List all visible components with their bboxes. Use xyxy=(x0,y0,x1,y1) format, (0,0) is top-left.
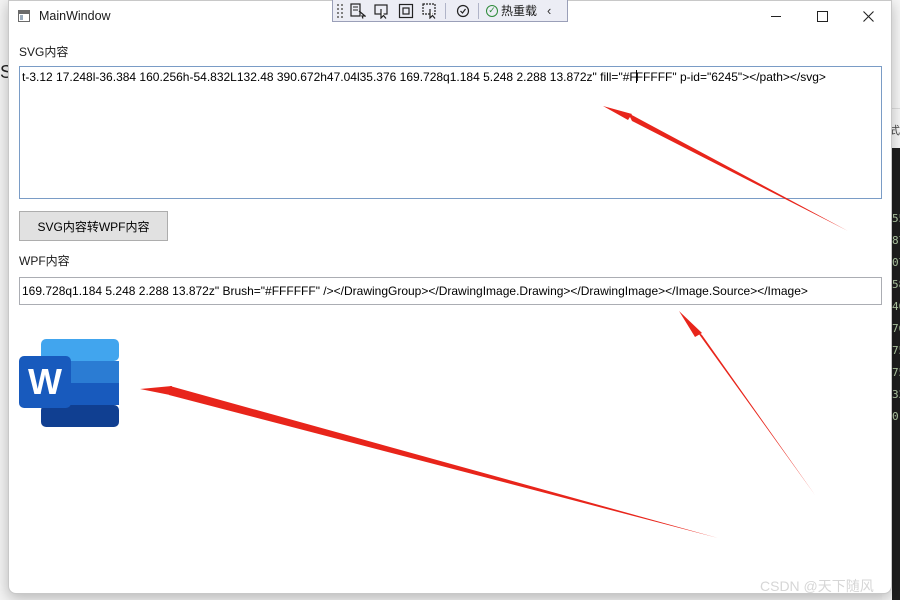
main-window: MainWindow SVG内容 t-3.12 17.248l-36.384 1… xyxy=(8,0,892,594)
svg-text-after-caret: FFFFF" p-id="6245"></path></svg> xyxy=(635,70,826,84)
wpf-content-textbox[interactable]: 169.728q1.184 5.248 2.288 13.872z" Brush… xyxy=(19,277,882,305)
background-line-number: 75 xyxy=(892,344,900,357)
wpf-content-label: WPF内容 xyxy=(19,254,70,268)
svg-content-textbox[interactable]: t-3.12 17.248l-36.384 160.256h-54.832L13… xyxy=(19,66,882,199)
csdn-watermark: CSDN @天下随风 xyxy=(760,578,874,594)
minimize-icon xyxy=(771,16,781,17)
background-left-text: S xyxy=(0,62,8,82)
background-line-number: 58 xyxy=(892,278,900,291)
background-line-number: 76 xyxy=(892,322,900,335)
toolbar-separator xyxy=(445,2,446,19)
background-line-number: 07 xyxy=(892,256,900,269)
background-line-numbers: 55 87 07 58 40 76 75 75 32 0. xyxy=(892,212,900,432)
maximize-icon xyxy=(816,11,828,22)
display-adorners-icon xyxy=(398,3,414,18)
word-logo-band-4 xyxy=(41,405,119,427)
chevron-left-icon[interactable]: ‹ xyxy=(547,3,551,18)
close-icon xyxy=(862,11,874,22)
background-line-number: 0. xyxy=(892,410,900,423)
toolbar-separator xyxy=(478,2,479,19)
binding-failures-icon xyxy=(456,4,470,17)
binding-failures-button[interactable] xyxy=(453,2,473,20)
track-focus-button[interactable] xyxy=(420,2,440,20)
minimize-button[interactable] xyxy=(753,1,799,32)
display-adorners-button[interactable] xyxy=(396,2,416,20)
background-line-number: 87 xyxy=(892,234,900,247)
window-title: MainWindow xyxy=(39,9,111,23)
background-line-number: 40 xyxy=(892,300,900,313)
pointer-select-icon xyxy=(374,3,388,19)
svg-content-label: SVG内容 xyxy=(19,45,69,59)
hot-reload-button[interactable]: ✓ 热重载 xyxy=(486,2,537,19)
toolbar-grip[interactable] xyxy=(336,2,344,19)
svg-text-before-caret: t-3.12 17.248l-36.384 160.256h-54.832L13… xyxy=(22,70,637,84)
background-line-number: 75 xyxy=(892,366,900,379)
select-element-button[interactable] xyxy=(348,2,368,20)
word-logo-letter: W xyxy=(28,361,62,402)
background-line-number: 32 xyxy=(892,388,900,401)
maximize-button[interactable] xyxy=(799,1,845,32)
close-button[interactable] xyxy=(845,1,891,32)
hot-reload-label: 热重载 xyxy=(501,4,538,18)
word-logo-icon: W xyxy=(19,339,119,427)
select-element-icon xyxy=(350,2,366,19)
background-line-number: 55 xyxy=(892,212,900,225)
convert-svg-to-wpf-button[interactable]: SVG内容转WPF内容 xyxy=(19,211,168,241)
check-circle-icon: ✓ xyxy=(486,4,498,17)
pointer-select-button[interactable] xyxy=(372,2,392,20)
xaml-debug-toolbar: ✓ 热重载 ‹ xyxy=(332,0,568,22)
track-focus-icon xyxy=(422,2,436,19)
window-app-icon xyxy=(18,10,30,22)
